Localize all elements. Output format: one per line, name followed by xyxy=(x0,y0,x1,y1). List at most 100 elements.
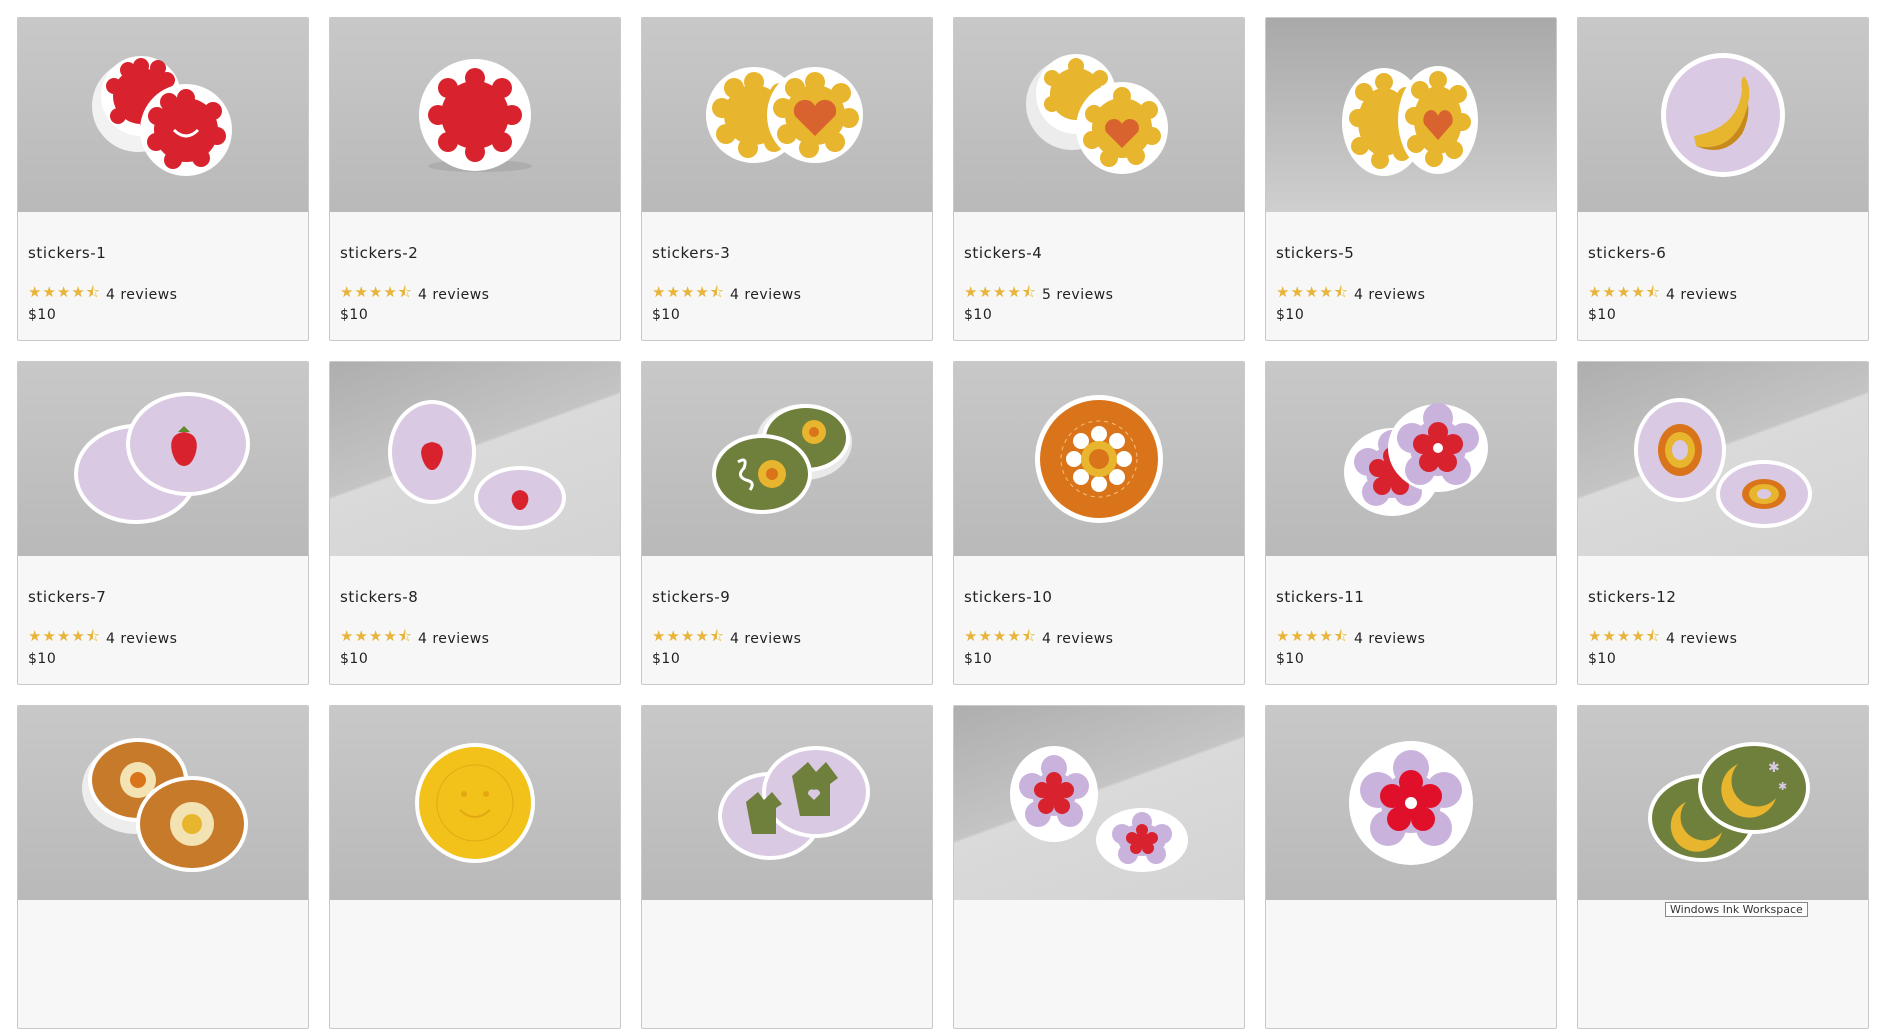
product-card[interactable]: stickers-1 ★★★★⯪ 4 reviews $10 xyxy=(17,17,309,341)
sticker-image-1 xyxy=(92,56,232,176)
product-image[interactable] xyxy=(330,362,620,556)
review-count[interactable]: 4 reviews xyxy=(1042,631,1113,647)
sticker-image-3 xyxy=(706,67,863,163)
sticker-image-6 xyxy=(1661,53,1785,177)
review-count[interactable]: 4 reviews xyxy=(730,287,801,303)
product-image[interactable] xyxy=(954,706,1244,900)
product-name[interactable]: stickers-6 xyxy=(1588,244,1666,262)
product-image[interactable] xyxy=(18,362,308,556)
product-price: $10 xyxy=(1588,651,1617,667)
product-rating: ★★★★⯪ 4 reviews xyxy=(340,282,489,307)
sticker-image-4 xyxy=(1026,54,1168,174)
product-rating: ★★★★⯪ 4 reviews xyxy=(340,626,489,651)
review-count[interactable]: 4 reviews xyxy=(1354,287,1425,303)
sticker-image-16 xyxy=(1010,746,1188,872)
product-card[interactable]: stickers-8 ★★★★⯪ 4 reviews $10 xyxy=(329,361,621,685)
product-card[interactable]: stickers-2 ★★★★⯪ 4 reviews $10 xyxy=(329,17,621,341)
product-price: $10 xyxy=(1276,651,1305,667)
product-card[interactable]: stickers-9 ★★★★⯪ 4 reviews $10 xyxy=(641,361,933,685)
review-count[interactable]: 4 reviews xyxy=(106,287,177,303)
star-rating-icon: ★★★★⯪ xyxy=(1276,627,1349,645)
product-image[interactable] xyxy=(642,362,932,556)
product-card[interactable] xyxy=(1265,705,1557,1029)
product-price: $10 xyxy=(28,307,57,323)
product-rating: ★★★★⯪ 4 reviews xyxy=(1276,626,1425,651)
star-rating-icon: ★★★★⯪ xyxy=(340,627,413,645)
product-image[interactable] xyxy=(642,18,932,212)
product-image[interactable]: ✱ ✱ xyxy=(1578,706,1868,900)
product-name[interactable]: stickers-8 xyxy=(340,588,418,606)
product-name[interactable]: stickers-10 xyxy=(964,588,1053,606)
sticker-image-7 xyxy=(74,392,250,524)
review-count[interactable]: 4 reviews xyxy=(1666,287,1737,303)
star-rating-icon: ★★★★⯪ xyxy=(652,283,725,301)
product-card[interactable]: stickers-10 ★★★★⯪ 4 reviews $10 xyxy=(953,361,1245,685)
product-name[interactable]: stickers-7 xyxy=(28,588,106,606)
star-rating-icon: ★★★★⯪ xyxy=(964,627,1037,645)
star-rating-icon: ★★★★⯪ xyxy=(1588,283,1661,301)
product-image[interactable] xyxy=(18,706,308,900)
svg-text:✱: ✱ xyxy=(1768,760,1780,776)
sticker-image-2 xyxy=(419,59,532,172)
product-image[interactable] xyxy=(1266,18,1556,212)
review-count[interactable]: 4 reviews xyxy=(1666,631,1737,647)
product-price: $10 xyxy=(1588,307,1617,323)
product-rating: ★★★★⯪ 4 reviews xyxy=(964,626,1113,651)
product-image[interactable] xyxy=(1266,706,1556,900)
product-price: $10 xyxy=(652,651,681,667)
product-card[interactable] xyxy=(17,705,309,1029)
product-card[interactable]: stickers-12 ★★★★⯪ 4 reviews $10 xyxy=(1577,361,1869,685)
star-rating-icon: ★★★★⯪ xyxy=(28,627,101,645)
product-card[interactable]: stickers-11 ★★★★⯪ 4 reviews $10 xyxy=(1265,361,1557,685)
product-name[interactable]: stickers-12 xyxy=(1588,588,1677,606)
review-count[interactable]: 5 reviews xyxy=(1042,287,1113,303)
product-card[interactable]: ✱ ✱ xyxy=(1577,705,1869,1029)
review-count[interactable]: 4 reviews xyxy=(730,631,801,647)
product-card[interactable]: stickers-4 ★★★★⯪ 5 reviews $10 xyxy=(953,17,1245,341)
product-price: $10 xyxy=(28,651,57,667)
review-count[interactable]: 4 reviews xyxy=(1354,631,1425,647)
sticker-image-17 xyxy=(1349,741,1473,865)
review-count[interactable]: 4 reviews xyxy=(418,287,489,303)
sticker-image-11 xyxy=(1344,403,1488,516)
product-card[interactable] xyxy=(953,705,1245,1029)
product-image[interactable] xyxy=(954,18,1244,212)
star-rating-icon: ★★★★⯪ xyxy=(652,627,725,645)
product-card[interactable]: stickers-6 ★★★★⯪ 4 reviews $10 xyxy=(1577,17,1869,341)
product-grid: stickers-1 ★★★★⯪ 4 reviews $10 stickers-2… xyxy=(17,17,1869,1029)
product-image[interactable] xyxy=(330,706,620,900)
product-price: $10 xyxy=(340,651,369,667)
review-count[interactable]: 4 reviews xyxy=(106,631,177,647)
product-image[interactable] xyxy=(954,362,1244,556)
product-name[interactable]: stickers-3 xyxy=(652,244,730,262)
product-name[interactable]: stickers-2 xyxy=(340,244,418,262)
product-image[interactable] xyxy=(1266,362,1556,556)
product-card[interactable]: stickers-5 ★★★★⯪ 4 reviews $10 xyxy=(1265,17,1557,341)
star-rating-icon: ★★★★⯪ xyxy=(340,283,413,301)
product-price: $10 xyxy=(964,307,993,323)
product-name[interactable]: stickers-4 xyxy=(964,244,1042,262)
product-image[interactable] xyxy=(642,706,932,900)
product-name[interactable]: stickers-1 xyxy=(28,244,106,262)
review-count[interactable]: 4 reviews xyxy=(418,631,489,647)
product-rating: ★★★★⯪ 4 reviews xyxy=(28,282,177,307)
sticker-image-5 xyxy=(1342,66,1478,176)
product-name[interactable]: stickers-11 xyxy=(1276,588,1365,606)
product-card[interactable]: stickers-3 ★★★★⯪ 4 reviews $10 xyxy=(641,17,933,341)
sticker-image-13 xyxy=(82,738,248,872)
product-image[interactable] xyxy=(18,18,308,212)
product-rating: ★★★★⯪ 5 reviews xyxy=(964,282,1113,307)
product-card[interactable]: stickers-7 ★★★★⯪ 4 reviews $10 xyxy=(17,361,309,685)
product-name[interactable]: stickers-5 xyxy=(1276,244,1354,262)
product-name[interactable]: stickers-9 xyxy=(652,588,730,606)
product-image[interactable] xyxy=(1578,362,1868,556)
star-rating-icon: ★★★★⯪ xyxy=(964,283,1037,301)
sticker-image-10 xyxy=(1035,395,1163,523)
product-image[interactable] xyxy=(330,18,620,212)
product-card[interactable] xyxy=(329,705,621,1029)
product-image[interactable] xyxy=(1578,18,1868,212)
product-rating: ★★★★⯪ 4 reviews xyxy=(652,626,801,651)
svg-text:✱: ✱ xyxy=(1778,780,1787,793)
product-card[interactable] xyxy=(641,705,933,1029)
sticker-image-9 xyxy=(712,404,852,514)
